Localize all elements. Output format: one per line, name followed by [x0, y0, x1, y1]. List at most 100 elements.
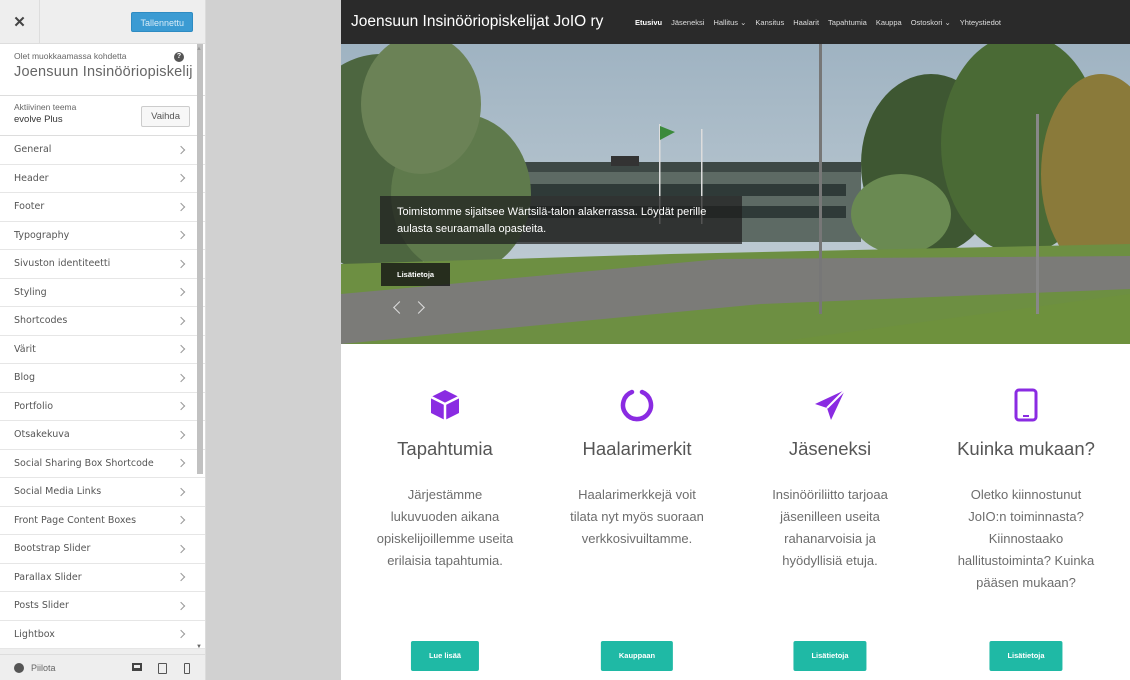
content-box-join: Kuinka mukaan? Oletko kiinnostunut JoIO:…	[931, 344, 1121, 680]
section-label: Social Sharing Box Shortcode	[14, 457, 154, 469]
box-text: Insinööriliitto tarjoaa jäsenilleen usei…	[772, 487, 888, 568]
content-box-membership: Jäseneksi Insinööriliitto tarjoaa jäseni…	[735, 344, 925, 680]
chevron-right-icon	[176, 231, 186, 240]
section-label: Front Page Content Boxes	[14, 514, 137, 526]
editing-label: Olet muokkaamassa kohdetta	[14, 51, 127, 61]
hide-controls-icon[interactable]	[14, 663, 24, 673]
menu-item-hallitus[interactable]: Hallitus ⌄	[713, 18, 746, 27]
scrollbar-thumb[interactable]	[197, 44, 203, 474]
main-menu: Etusivu Jäseneksi Hallitus ⌄ Kansitus Ha…	[635, 18, 1001, 27]
menu-item-jaseneksi[interactable]: Jäseneksi	[671, 18, 704, 27]
shop-button[interactable]: Kauppaan	[600, 641, 674, 671]
hero-photo	[341, 44, 1130, 344]
section-label: Värit	[14, 343, 36, 355]
menu-item-tapahtumia[interactable]: Tapahtumia	[828, 18, 867, 27]
customizer-footer: Piilota	[0, 654, 205, 680]
section-label: Blog	[14, 372, 35, 384]
read-more-button[interactable]: Lue lisää	[410, 641, 480, 671]
section-label: Header	[14, 172, 49, 184]
section-label: Footer	[14, 201, 45, 213]
customizer-panel[interactable]: Olet muokkaamassa kohdetta Joensuun Insi…	[0, 44, 205, 654]
customizer-sidebar: ✕ Tallennettu Olet muokkaamassa kohdetta…	[0, 0, 206, 680]
saved-button[interactable]: Tallennettu	[131, 12, 193, 32]
chevron-right-icon	[176, 345, 186, 354]
chevron-right-icon	[176, 202, 186, 211]
section-posts-slider[interactable]: Posts Slider	[0, 592, 205, 621]
chevron-right-icon	[176, 573, 186, 582]
section-label: Bootstrap Slider	[14, 543, 91, 555]
site-preview[interactable]: Joensuun Insinööriopiskelijat JoIO ry Et…	[341, 0, 1130, 680]
section-lightbox[interactable]: Lightbox	[0, 620, 205, 649]
section-bootstrap-slider[interactable]: Bootstrap Slider	[0, 535, 205, 564]
cube-icon	[430, 390, 460, 420]
chevron-right-icon	[176, 630, 186, 639]
slide-caption-text: Toimistomme sijaitsee Wärtsilä-talon ala…	[397, 206, 707, 235]
change-theme-button[interactable]: Vaihda	[141, 106, 190, 127]
chevron-right-icon	[176, 544, 186, 553]
menu-item-haalarit[interactable]: Haalarit	[793, 18, 819, 27]
scroll-up-icon[interactable]: ▲	[196, 46, 202, 52]
section-label: Typography	[14, 229, 70, 241]
editing-info: Olet muokkaamassa kohdetta Joensuun Insi…	[0, 44, 205, 96]
chevron-right-icon	[176, 402, 186, 411]
section-colors[interactable]: Värit	[0, 335, 205, 364]
menu-item-ostoskori[interactable]: Ostoskori ⌄	[911, 18, 951, 27]
section-label: Portfolio	[14, 400, 54, 412]
chevron-right-icon	[176, 459, 186, 468]
section-label: General	[14, 144, 52, 156]
site-navbar: Joensuun Insinööriopiskelijat JoIO ry Et…	[341, 0, 1130, 44]
section-label: Social Media Links	[14, 486, 102, 498]
section-portfolio[interactable]: Portfolio	[0, 392, 205, 421]
mobile-icon[interactable]	[184, 663, 190, 674]
chevron-right-icon	[176, 487, 186, 496]
customizer-header: ✕ Tallennettu	[0, 0, 205, 44]
section-label: Styling	[14, 286, 47, 298]
chevron-right-icon	[176, 259, 186, 268]
section-social-sharing[interactable]: Social Sharing Box Shortcode	[0, 449, 205, 478]
menu-item-yhteystiedot[interactable]: Yhteystiedot	[960, 18, 1001, 27]
scroll-down-icon[interactable]: ▼	[196, 644, 202, 650]
section-header[interactable]: Header	[0, 164, 205, 193]
section-shortcodes[interactable]: Shortcodes	[0, 307, 205, 336]
section-social-media[interactable]: Social Media Links	[0, 478, 205, 507]
section-label: Otsakekuva	[14, 429, 70, 441]
section-general[interactable]: General	[0, 136, 205, 165]
close-icon[interactable]: ✕	[0, 0, 40, 44]
section-label: Shortcodes	[14, 315, 68, 327]
section-typography[interactable]: Typography	[0, 221, 205, 250]
hide-controls-label[interactable]: Piilota	[31, 663, 56, 673]
section-header-image[interactable]: Otsakekuva	[0, 421, 205, 450]
section-styling[interactable]: Styling	[0, 278, 205, 307]
section-label: Lightbox	[14, 628, 55, 640]
section-content-boxes[interactable]: Front Page Content Boxes	[0, 506, 205, 535]
section-site-identity[interactable]: Sivuston identiteetti	[0, 250, 205, 279]
box-title: Jäseneksi	[788, 438, 872, 459]
section-label: Sivuston identiteetti	[14, 258, 111, 270]
hero-slider[interactable]: Toimistomme sijaitsee Wärtsilä-talon ala…	[341, 44, 1130, 344]
chevron-right-icon	[176, 145, 186, 154]
box-text: Järjestämme lukuvuoden aikana opiskelijo…	[376, 487, 514, 568]
section-label: Parallax Slider	[14, 571, 82, 583]
paper-plane-icon	[815, 389, 846, 420]
content-box-patches: Haalarimerkit Haalarimerkkejä voit tilat…	[542, 344, 732, 680]
tablet-icon[interactable]	[158, 663, 167, 674]
more-info-button[interactable]: Lisätietoja	[989, 641, 1063, 671]
menu-item-kansitus[interactable]: Kansitus	[755, 18, 784, 27]
chevron-right-icon	[176, 316, 186, 325]
slide-more-button[interactable]: Lisätietoja	[381, 263, 451, 286]
menu-item-etusivu[interactable]: Etusivu	[635, 18, 662, 27]
chevron-right-icon	[176, 430, 186, 439]
active-theme: Aktiivinen teema evolve Plus Vaihda	[0, 96, 205, 136]
section-footer[interactable]: Footer	[0, 193, 205, 222]
box-title: Haalarimerkit	[582, 438, 692, 459]
menu-item-kauppa[interactable]: Kauppa	[876, 18, 902, 27]
slide-caption: Toimistomme sijaitsee Wärtsilä-talon ala…	[380, 196, 742, 244]
site-title[interactable]: Joensuun Insinööriopiskelijat JoIO ry	[351, 13, 603, 31]
chevron-right-icon	[176, 288, 186, 297]
chevron-right-icon	[176, 516, 186, 525]
section-parallax-slider[interactable]: Parallax Slider	[0, 563, 205, 592]
help-icon[interactable]: ?	[174, 52, 184, 62]
more-info-button[interactable]: Lisätietoja	[793, 641, 867, 671]
desktop-icon[interactable]	[132, 663, 142, 671]
section-blog[interactable]: Blog	[0, 364, 205, 393]
